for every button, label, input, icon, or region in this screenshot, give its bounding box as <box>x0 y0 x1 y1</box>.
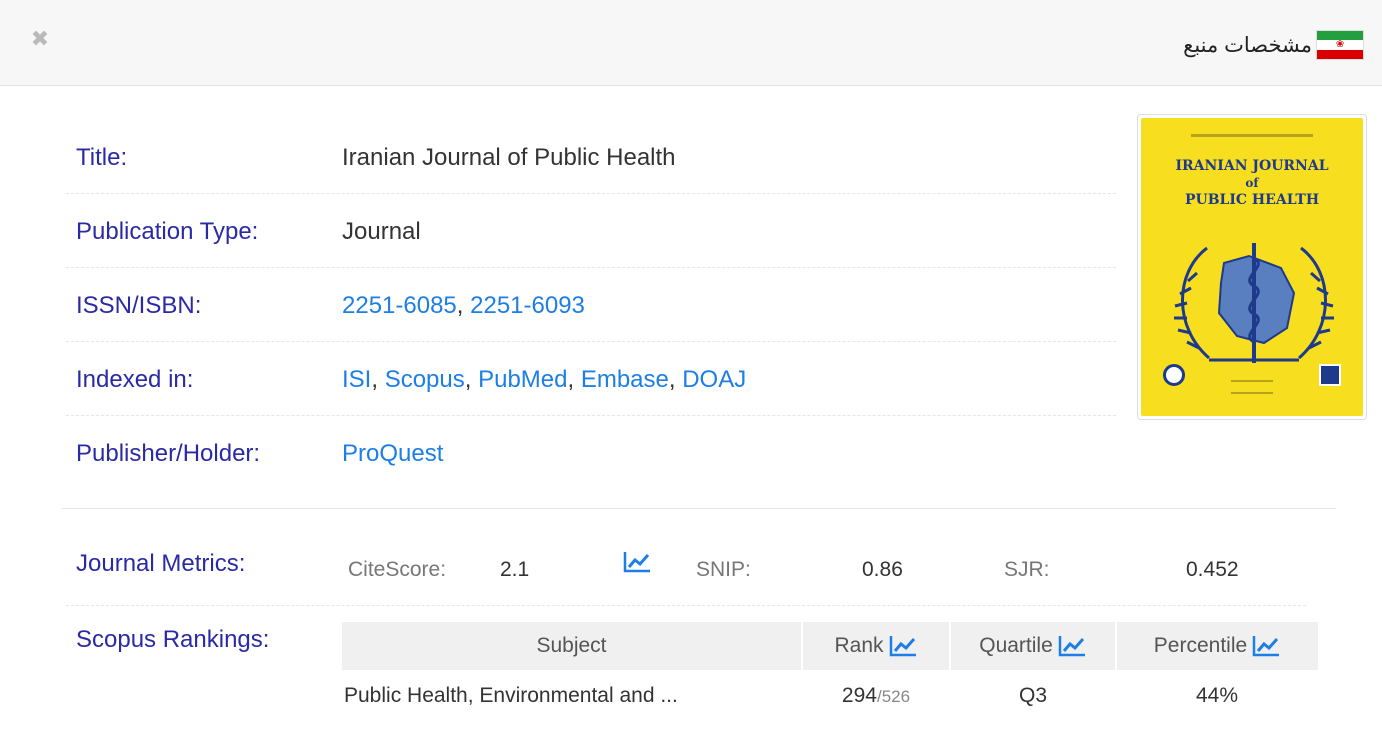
publisher-value: ProQuest <box>342 440 443 468</box>
scopus-rankings-table: Subject Rank Quartile Percentile Public … <box>342 622 1318 722</box>
issn-link-online[interactable]: 2251-6093 <box>470 292 585 319</box>
detail-row-indexed-in: Indexed in: ISI, Scopus, PubMed, Embase,… <box>66 342 1116 416</box>
rankings-header-row: Subject Rank Quartile Percentile <box>342 622 1318 670</box>
rank-value: 294 <box>841 684 877 707</box>
percentile-trend-icon[interactable] <box>1251 634 1281 658</box>
issn-value: 2251-6085, 2251-6093 <box>342 292 585 319</box>
sjr-value: 0.452 <box>1186 558 1239 581</box>
indexed-in-value: ISI, Scopus, PubMed, Embase, DOAJ <box>342 366 747 393</box>
journal-metrics-label: Journal Metrics: <box>76 550 246 577</box>
index-link-pubmed[interactable]: PubMed <box>478 366 567 393</box>
percentile-cell: 44% <box>1195 684 1239 707</box>
quartile-trend-icon[interactable] <box>1057 634 1087 658</box>
detail-row-publisher: Publisher/Holder: ProQuest <box>66 416 1116 490</box>
detail-row-publication-type: Publication Type: Journal <box>66 194 1116 268</box>
title-value: Iranian Journal of Public Health <box>342 144 676 171</box>
publication-type-label: Publication Type: <box>76 218 259 245</box>
modal-title-text: مشخصات منبع <box>1183 33 1312 57</box>
journal-cover-image: IRANIAN JOURNAL of PUBLIC HEALTH <box>1137 114 1367 420</box>
scopus-rankings-label: Scopus Rankings: <box>76 626 270 653</box>
issn-label: ISSN/ISBN: <box>76 292 202 319</box>
index-link-scopus[interactable]: Scopus <box>385 366 465 393</box>
quartile-header: Quartile <box>950 622 1117 670</box>
citescore-value: 2.1 <box>500 558 530 581</box>
index-link-isi[interactable]: ISI <box>342 366 371 393</box>
rank-header: Rank <box>802 622 951 670</box>
index-link-embase[interactable]: Embase <box>581 366 669 393</box>
detail-row-issn: ISSN/ISBN: 2251-6085, 2251-6093 <box>66 268 1116 342</box>
rank-trend-icon[interactable] <box>888 634 918 658</box>
sjr-label: SJR: <box>1004 558 1050 581</box>
subject-cell: Public Health, Environmental and ... <box>344 684 678 707</box>
quartile-cell: Q3 <box>1018 684 1047 707</box>
rank-total: /526 <box>876 687 911 706</box>
modal-title: ❀ مشخصات منبع <box>1183 30 1364 60</box>
rank-cell: 294/526 <box>802 670 950 722</box>
modal-header: ✖ ❀ مشخصات منبع <box>0 0 1382 86</box>
indexed-in-label: Indexed in: <box>76 366 194 393</box>
publication-type-value: Journal <box>342 218 421 245</box>
percentile-header: Percentile <box>1116 622 1318 670</box>
snip-value: 0.86 <box>862 558 903 581</box>
detail-row-title: Title: Iranian Journal of Public Health <box>66 120 1116 194</box>
section-divider <box>62 508 1336 509</box>
publisher-label: Publisher/Holder: <box>76 440 261 467</box>
cover-emblem-icon <box>1174 243 1334 363</box>
citescore-trend-icon[interactable] <box>622 550 652 574</box>
citescore-label: CiteScore: <box>348 558 447 581</box>
journal-metrics-row: Journal Metrics: CiteScore: 2.1 SNIP: 0.… <box>66 528 1306 606</box>
index-link-doaj[interactable]: DOAJ <box>682 366 746 393</box>
publisher-link[interactable]: ProQuest <box>342 440 443 467</box>
title-label: Title: <box>76 144 128 171</box>
snip-label: SNIP: <box>696 558 751 581</box>
cover-title: IRANIAN JOURNAL of PUBLIC HEALTH <box>1175 158 1329 208</box>
iran-flag-icon: ❀ <box>1316 30 1364 60</box>
close-icon[interactable]: ✖ <box>28 28 52 52</box>
issn-link-print[interactable]: 2251-6085 <box>342 292 457 319</box>
table-row: Public Health, Environmental and ... 294… <box>342 670 1318 722</box>
subject-header: Subject <box>342 622 803 670</box>
